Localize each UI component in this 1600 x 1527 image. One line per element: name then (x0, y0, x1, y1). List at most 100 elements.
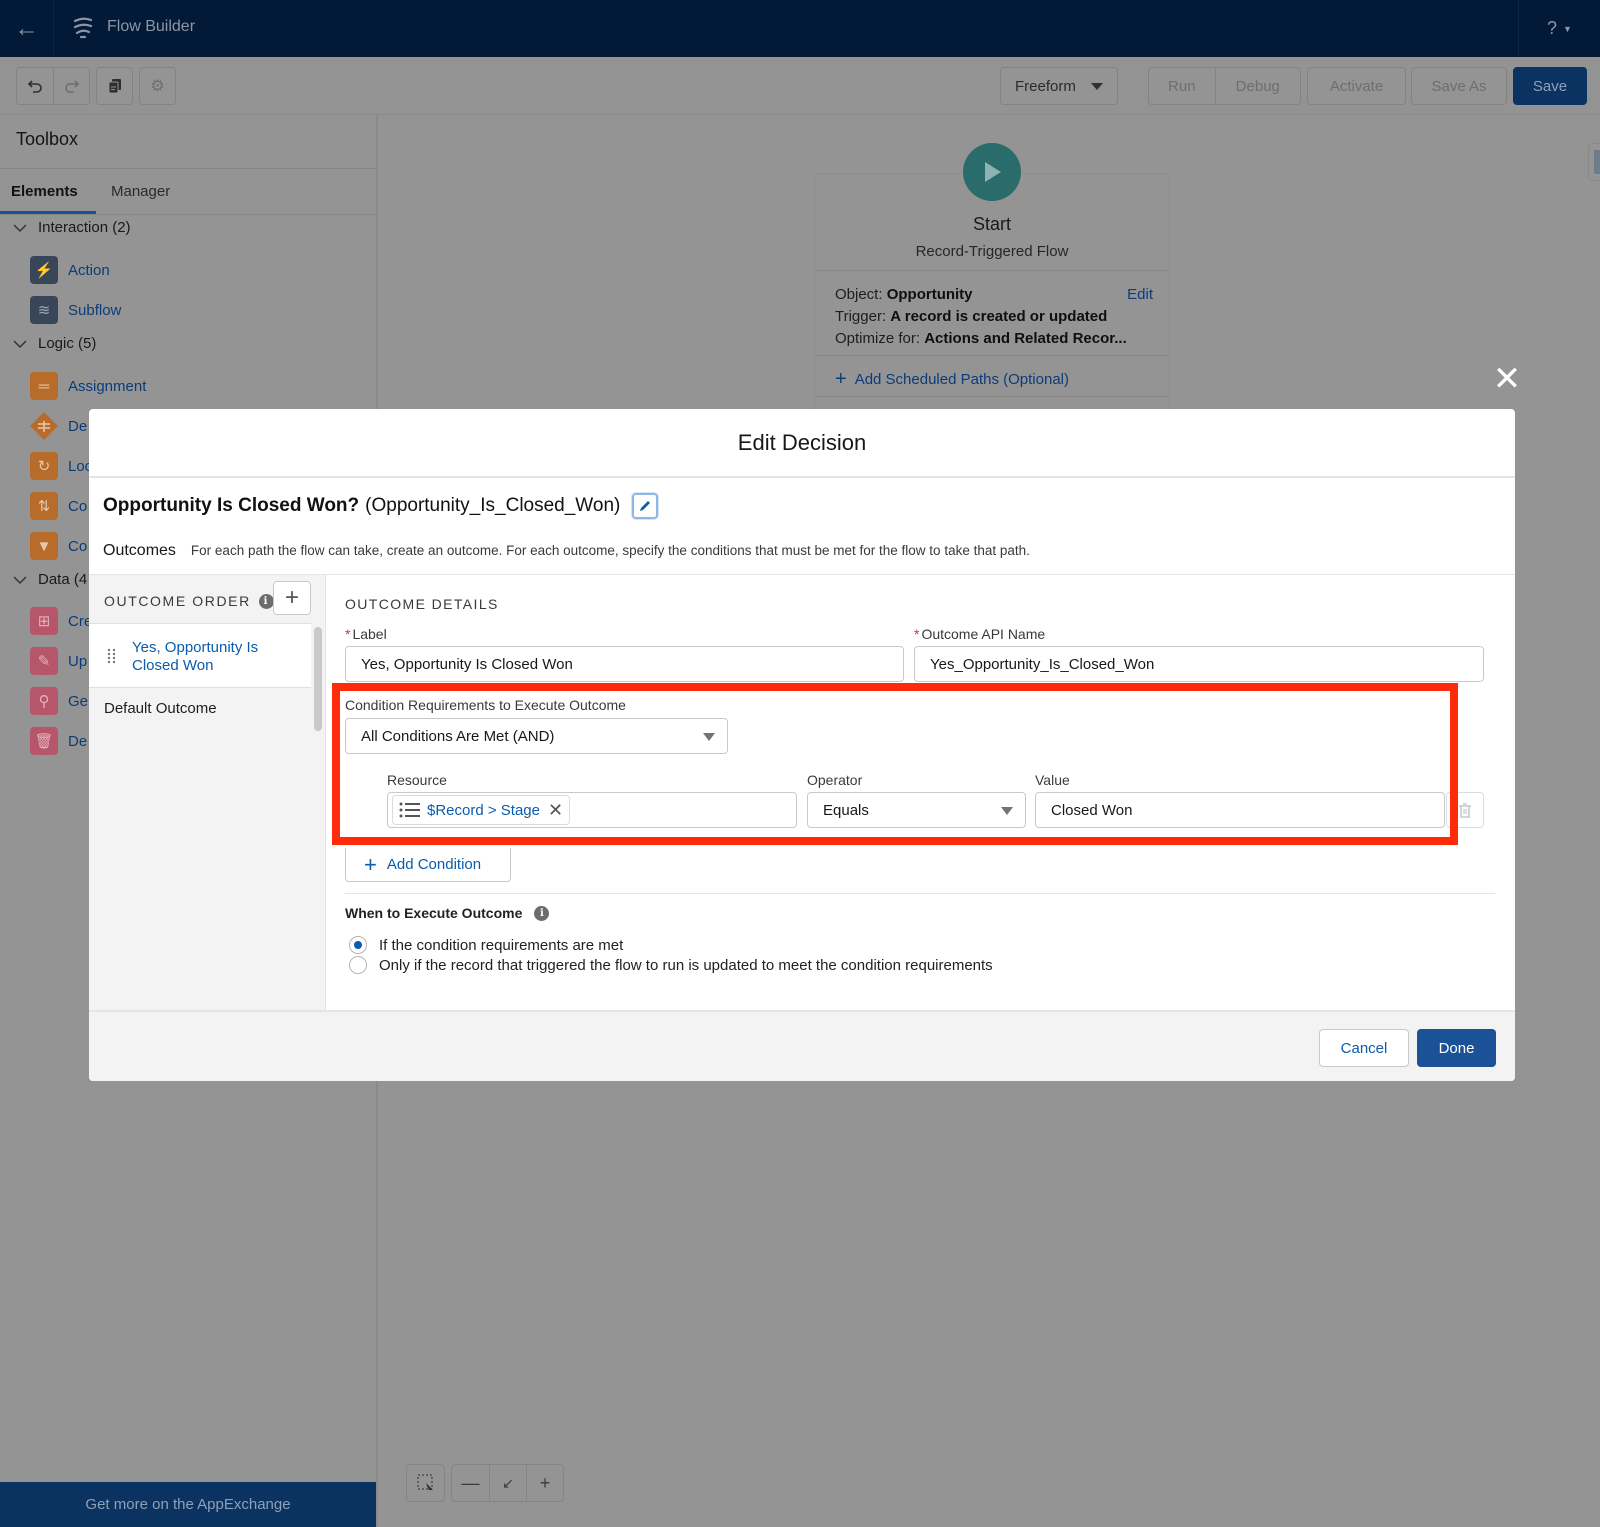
caret-down-icon (1001, 807, 1013, 815)
panel-toggle-handle[interactable] (1588, 143, 1600, 181)
toolbox-item-get-records[interactable]: ⚲ Ge (30, 687, 88, 715)
toolbox-item-action[interactable]: ⚡ Action (30, 256, 110, 284)
object-label: Object: (835, 286, 883, 303)
item-label: De (68, 417, 88, 435)
record-delete-icon: 🗑 (30, 727, 58, 755)
close-icon: ✕ (1492, 360, 1522, 398)
when-option-updated[interactable]: Only if the record that triggered the fl… (349, 956, 993, 974)
add-condition-button[interactable]: + Add Condition (345, 848, 511, 882)
undo-icon (28, 80, 43, 93)
add-scheduled-paths-link[interactable]: + Add Scheduled Paths (Optional) (835, 368, 1069, 391)
divider (815, 396, 1169, 397)
condition-requirements-label: Condition Requirements to Execute Outcom… (345, 697, 626, 713)
label-input[interactable]: Yes, Opportunity Is Closed Won (345, 646, 904, 682)
operator-select[interactable]: Equals (807, 792, 1026, 828)
condition-requirements-select[interactable]: All Conditions Are Met (AND) (345, 718, 728, 754)
layout-mode-select[interactable]: Freeform (1000, 67, 1118, 105)
section-label: Logic (5) (38, 335, 97, 352)
outcome-item-label: Yes, Opportunity Is Closed Won (132, 639, 259, 674)
run-button[interactable]: Run (1149, 68, 1215, 104)
delete-condition-button[interactable] (1446, 792, 1484, 828)
help-menu-button[interactable]: ? ▼ (1518, 0, 1600, 57)
decision-title: Opportunity Is Closed Won? (Opportunity_… (103, 493, 659, 519)
info-icon[interactable]: i (258, 593, 274, 609)
toolbox-item-update-records[interactable]: ✎ Up (30, 647, 87, 675)
toolbox-item-subflow[interactable]: ≋ Subflow (30, 296, 121, 324)
toolbox-item-assignment[interactable]: ═ Assignment (30, 372, 146, 400)
section-data[interactable]: Data (4 (12, 571, 87, 588)
debug-button[interactable]: Debug (1214, 68, 1300, 104)
section-interaction[interactable]: Interaction (2) (12, 219, 131, 236)
start-edit-link[interactable]: Edit (1127, 286, 1153, 303)
copy-button[interactable] (96, 67, 133, 105)
chevron-down-icon (13, 575, 27, 584)
save-button[interactable]: Save (1513, 67, 1587, 105)
toolbox-item-decision[interactable]: De (30, 412, 87, 440)
outcome-order-heading: OUTCOME ORDER i (104, 593, 274, 609)
start-element-card[interactable]: Start Record-Triggered Flow Object: Oppo… (814, 173, 1170, 413)
start-node-icon[interactable] (963, 143, 1021, 201)
outcome-details-heading: OUTCOME DETAILS (345, 596, 499, 612)
activate-button[interactable]: Activate (1307, 67, 1406, 105)
label-text: Outcome API Name (921, 626, 1046, 642)
marquee-select-icon (417, 1474, 433, 1490)
modal-close-button[interactable]: ✕ (1492, 362, 1522, 396)
value-input[interactable]: Closed Won (1035, 792, 1445, 828)
section-logic[interactable]: Logic (5) (12, 335, 96, 352)
item-label: Subflow (68, 301, 122, 319)
toolbox-item-collection-filter[interactable]: ▼ Co (30, 532, 87, 560)
copy-icon (108, 79, 121, 94)
play-icon (985, 162, 1001, 182)
settings-button[interactable]: ⚙ (139, 67, 176, 105)
cancel-button[interactable]: Cancel (1319, 1029, 1409, 1067)
appexchange-link[interactable]: Get more on the AppExchange (0, 1482, 376, 1527)
zoom-fit-button[interactable]: ↙ (489, 1465, 526, 1501)
toolbox-item-loop[interactable]: ↻ Loo (30, 452, 93, 480)
trigger-label: Trigger: (835, 308, 887, 325)
toolbox-item-delete-records[interactable]: 🗑 De (30, 727, 87, 755)
outcome-list-item-default[interactable]: Default Outcome (104, 700, 217, 717)
add-paths-label: Add Scheduled Paths (Optional) (854, 371, 1069, 388)
loop-icon: ↻ (30, 452, 58, 480)
tab-elements[interactable]: Elements (11, 183, 78, 200)
back-button[interactable]: ← (0, 0, 54, 57)
required-marker: * (345, 626, 351, 642)
edit-decision-name-button[interactable] (632, 493, 659, 519)
caret-down-icon (1091, 82, 1103, 90)
outcome-list-scrollbar[interactable] (314, 627, 322, 731)
toolbox-item-create-records[interactable]: ⊞ Cre (30, 607, 92, 635)
drag-handle-icon[interactable] (107, 648, 117, 664)
pan-mode-button[interactable] (407, 1465, 444, 1501)
lightning-icon: ⚡ (30, 256, 58, 284)
toolbox-item-collection-sort[interactable]: ⇅ Co (30, 492, 87, 520)
required-marker: * (914, 626, 920, 642)
resource-value: $Record > Stage (427, 801, 540, 819)
divider (345, 893, 1495, 894)
redo-button[interactable] (53, 68, 89, 104)
info-icon[interactable]: i (534, 905, 550, 921)
when-option-met[interactable]: If the condition requirements are met (349, 936, 623, 954)
outcome-list-item[interactable]: Yes, Opportunity Is Closed Won (89, 624, 311, 688)
plus-icon: + (284, 584, 299, 611)
done-button[interactable]: Done (1417, 1029, 1496, 1067)
resource-pill[interactable]: $Record > Stage ✕ (392, 795, 571, 825)
item-label: Assignment (68, 377, 147, 395)
radio-button-selected[interactable] (349, 936, 367, 954)
resource-label: Resource (387, 772, 447, 788)
toolbox-tabs: Elements Manager (0, 169, 376, 215)
save-as-button[interactable]: Save As (1411, 67, 1507, 105)
zoom-in-button[interactable]: + (526, 1465, 563, 1501)
outcome-order-panel: OUTCOME ORDER i + Yes, Opportunity Is Cl… (89, 575, 326, 1011)
add-outcome-button[interactable]: + (273, 581, 311, 615)
radio-button[interactable] (349, 956, 367, 974)
undo-button[interactable] (17, 68, 53, 104)
toolbox-title: Toolbox (16, 129, 79, 149)
tab-manager[interactable]: Manager (111, 183, 170, 200)
api-name-input[interactable]: Yes_Opportunity_Is_Closed_Won (914, 646, 1484, 682)
resource-input[interactable]: $Record > Stage ✕ (387, 792, 797, 828)
record-create-icon: ⊞ (30, 607, 58, 635)
zoom-out-button[interactable]: — (452, 1465, 489, 1501)
divider (815, 270, 1169, 271)
decision-api-name: (Opportunity_Is_Closed_Won) (365, 495, 621, 516)
remove-resource-icon[interactable]: ✕ (548, 800, 563, 821)
